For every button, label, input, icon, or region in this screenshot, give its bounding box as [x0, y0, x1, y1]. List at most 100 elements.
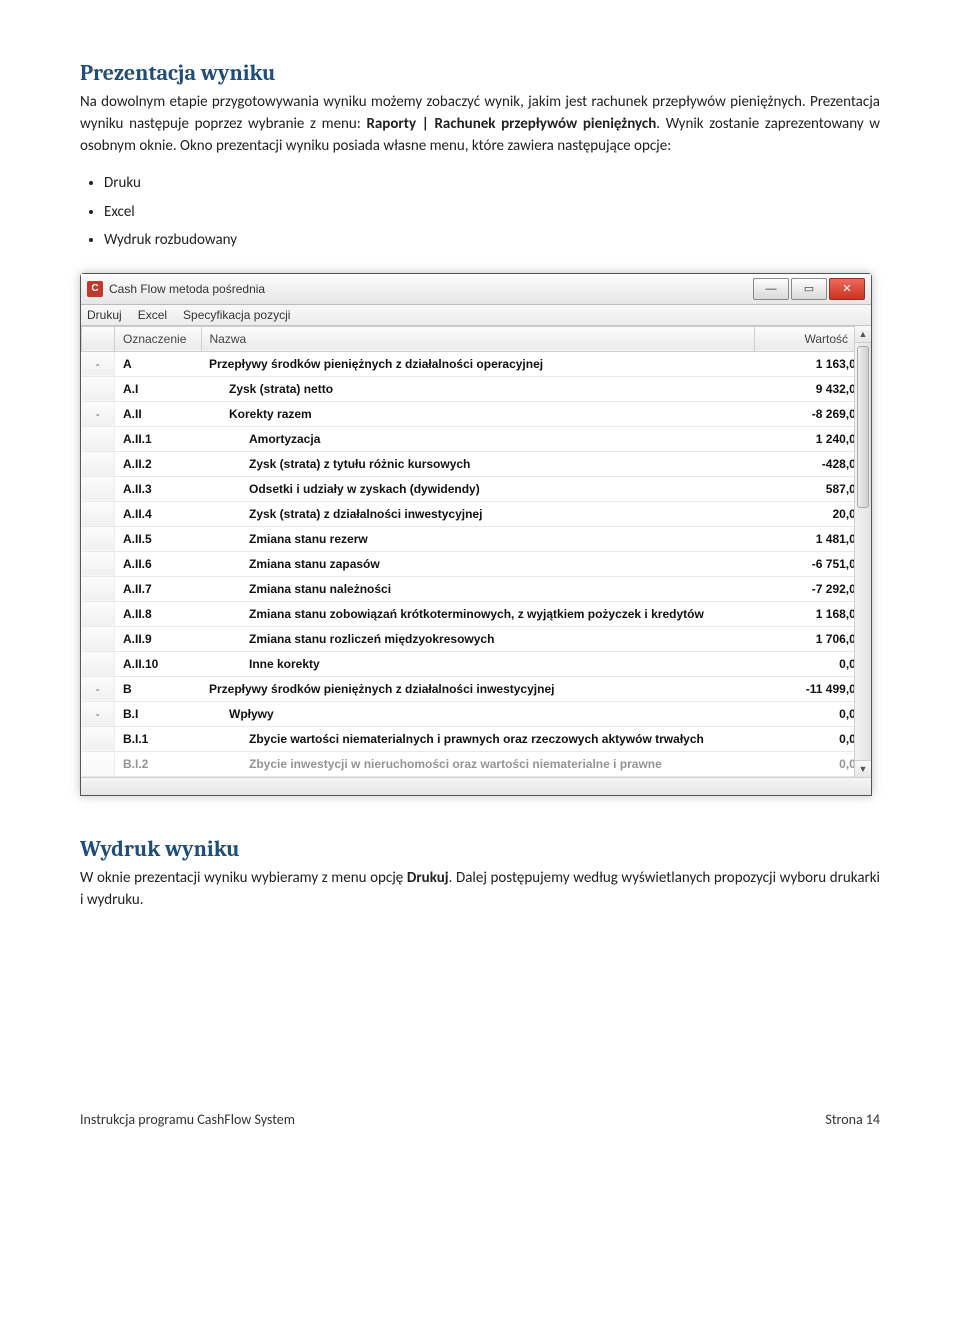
table-row[interactable]: A.II.8Zmiana stanu zobowiązań krótkoterm…: [82, 601, 871, 626]
row-toggle-icon[interactable]: -: [82, 701, 115, 726]
row-code: A.II.1: [115, 426, 202, 451]
row-name: Zbycie inwestycji w nieruchomości oraz w…: [201, 751, 755, 776]
para2-a: W oknie prezentacji wyniku wybieramy z m…: [80, 869, 407, 887]
table-row[interactable]: A.II.10Inne korekty0,00: [82, 651, 871, 676]
col-oznaczenie[interactable]: Oznaczenie: [115, 326, 202, 351]
row-code: A.II.9: [115, 626, 202, 651]
row-toggle-icon: [82, 451, 115, 476]
row-toggle-icon: [82, 426, 115, 451]
row-name: Zmiana stanu należności: [201, 576, 755, 601]
result-table: Oznaczenie Nazwa Wartość -APrzepływy śro…: [81, 326, 871, 777]
row-name: Zysk (strata) z tytułu różnic kursowych: [201, 451, 755, 476]
maximize-button[interactable]: ▭: [791, 278, 827, 300]
row-code: A.II.2: [115, 451, 202, 476]
table-row[interactable]: -APrzepływy środków pieniężnych z działa…: [82, 351, 871, 376]
table-row[interactable]: A.II.5Zmiana stanu rezerw1 481,00: [82, 526, 871, 551]
menubar: Drukuj Excel Specyfikacja pozycji: [81, 305, 871, 326]
table-row[interactable]: A.II.1Amortyzacja1 240,00: [82, 426, 871, 451]
col-nazwa[interactable]: Nazwa: [201, 326, 755, 351]
table-row[interactable]: B.I.2Zbycie inwestycji w nieruchomości o…: [82, 751, 871, 776]
menu-specyfikacja[interactable]: Specyfikacja pozycji: [183, 308, 290, 322]
bullet-item: Excel: [104, 198, 880, 227]
row-toggle-icon: [82, 601, 115, 626]
bullet-item: Wydruk rozbudowany: [104, 226, 880, 255]
row-code: A.II.5: [115, 526, 202, 551]
row-name: Zysk (strata) z działalności inwestycyjn…: [201, 501, 755, 526]
row-code: B.I.1: [115, 726, 202, 751]
row-name: Zysk (strata) netto: [201, 376, 755, 401]
bullet-item: Druku: [104, 169, 880, 198]
table-row[interactable]: -B.IWpływy0,00: [82, 701, 871, 726]
row-name: Inne korekty: [201, 651, 755, 676]
app-icon: C: [87, 281, 103, 297]
row-name: Wpływy: [201, 701, 755, 726]
scroll-thumb[interactable]: [857, 346, 869, 508]
menu-excel[interactable]: Excel: [138, 308, 167, 322]
vertical-scrollbar[interactable]: ▲ ▼: [854, 326, 871, 777]
paragraph-prezentacja: Na dowolnym etapie przygotowywania wynik…: [80, 92, 880, 157]
paragraph-wydruk: W oknie prezentacji wyniku wybieramy z m…: [80, 868, 880, 912]
minimize-button[interactable]: —: [753, 278, 789, 300]
row-toggle-icon: [82, 376, 115, 401]
heading-wydruk: Wydruk wyniku: [80, 836, 880, 862]
col-toggle: [82, 326, 115, 351]
row-name: Amortyzacja: [201, 426, 755, 451]
table-row[interactable]: A.II.6Zmiana stanu zapasów-6 751,00: [82, 551, 871, 576]
table-row[interactable]: -A.IIKorekty razem-8 269,00: [82, 401, 871, 426]
row-code: A.II.3: [115, 476, 202, 501]
table-row[interactable]: -BPrzepływy środków pieniężnych z działa…: [82, 676, 871, 701]
heading-prezentacja: Prezentacja wyniku: [80, 60, 880, 86]
window-title: Cash Flow metoda pośrednia: [109, 282, 751, 296]
row-toggle-icon: [82, 751, 115, 776]
close-button[interactable]: ✕: [829, 278, 865, 300]
row-toggle-icon: [82, 501, 115, 526]
row-toggle-icon[interactable]: -: [82, 401, 115, 426]
row-code: A.II.6: [115, 551, 202, 576]
row-code: A.II.8: [115, 601, 202, 626]
table-row[interactable]: A.II.9Zmiana stanu rozliczeń międzyokres…: [82, 626, 871, 651]
row-toggle-icon: [82, 576, 115, 601]
row-name: Przepływy środków pieniężnych z działaln…: [201, 351, 755, 376]
row-code: A.II: [115, 401, 202, 426]
row-code: A.II.7: [115, 576, 202, 601]
scroll-down-icon[interactable]: ▼: [855, 760, 871, 777]
table-row[interactable]: A.IZysk (strata) netto9 432,00: [82, 376, 871, 401]
table-row[interactable]: A.II.2Zysk (strata) z tytułu różnic kurs…: [82, 451, 871, 476]
row-code: A: [115, 351, 202, 376]
cashflow-window: C Cash Flow metoda pośrednia — ▭ ✕ Druku…: [80, 273, 872, 796]
row-code: B.I.2: [115, 751, 202, 776]
row-code: A.II.10: [115, 651, 202, 676]
row-toggle-icon[interactable]: -: [82, 351, 115, 376]
row-toggle-icon: [82, 726, 115, 751]
bullet-list: Druku Excel Wydruk rozbudowany: [104, 169, 880, 255]
row-toggle-icon: [82, 526, 115, 551]
row-toggle-icon[interactable]: -: [82, 676, 115, 701]
row-code: A.I: [115, 376, 202, 401]
titlebar[interactable]: C Cash Flow metoda pośrednia — ▭ ✕: [81, 274, 871, 305]
horizontal-scrollbar[interactable]: [81, 777, 871, 795]
scroll-up-icon[interactable]: ▲: [855, 326, 871, 343]
row-name: Odsetki i udziały w zyskach (dywidendy): [201, 476, 755, 501]
table-row[interactable]: A.II.3Odsetki i udziały w zyskach (dywid…: [82, 476, 871, 501]
table-area: Oznaczenie Nazwa Wartość -APrzepływy śro…: [81, 326, 871, 777]
row-name: Przepływy środków pieniężnych z działaln…: [201, 676, 755, 701]
table-row[interactable]: B.I.1Zbycie wartości niematerialnych i p…: [82, 726, 871, 751]
footer-left: Instrukcja programu CashFlow System: [80, 1111, 295, 1128]
row-toggle-icon: [82, 626, 115, 651]
table-row[interactable]: A.II.4Zysk (strata) z działalności inwes…: [82, 501, 871, 526]
para1-b: Raporty | Rachunek przepływów pieniężnyc…: [366, 115, 656, 133]
row-name: Zmiana stanu rozliczeń międzyokresowych: [201, 626, 755, 651]
row-code: B: [115, 676, 202, 701]
footer-right: Strona 14: [825, 1111, 880, 1128]
row-name: Korekty razem: [201, 401, 755, 426]
page-footer: Instrukcja programu CashFlow System Stro…: [80, 1111, 880, 1128]
menu-drukuj[interactable]: Drukuj: [87, 308, 122, 322]
row-name: Zmiana stanu zapasów: [201, 551, 755, 576]
table-row[interactable]: A.II.7Zmiana stanu należności-7 292,00: [82, 576, 871, 601]
para2-b: Drukuj: [407, 869, 449, 887]
row-name: Zmiana stanu rezerw: [201, 526, 755, 551]
row-name: Zmiana stanu zobowiązań krótkoterminowyc…: [201, 601, 755, 626]
row-toggle-icon: [82, 551, 115, 576]
row-code: A.II.4: [115, 501, 202, 526]
row-name: Zbycie wartości niematerialnych i prawny…: [201, 726, 755, 751]
